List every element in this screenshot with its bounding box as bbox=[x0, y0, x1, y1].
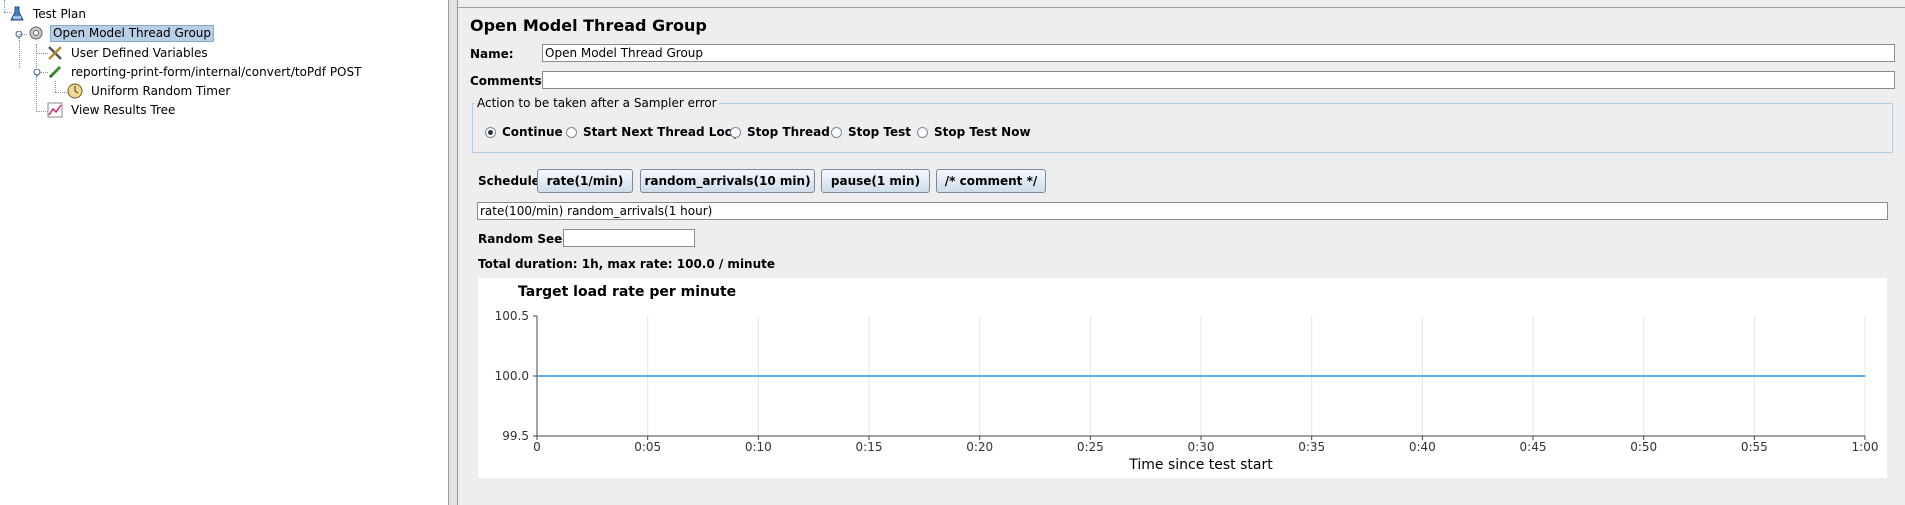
radio-icon bbox=[566, 127, 577, 138]
expand-toggle-icon[interactable] bbox=[33, 69, 41, 77]
name-field[interactable]: Open Model Thread Group bbox=[542, 44, 1895, 62]
sampler-error-group-title: Action to be taken after a Sampler error bbox=[475, 96, 719, 110]
tree-label: reporting-print-form/internal/convert/to… bbox=[71, 65, 362, 79]
summary-text: Total duration: 1h, max rate: 100.0 / mi… bbox=[478, 257, 776, 271]
comments-label: Comments: bbox=[470, 74, 547, 88]
random-seed-field[interactable] bbox=[563, 229, 695, 247]
tree-connector bbox=[55, 92, 67, 93]
radio-icon bbox=[831, 127, 842, 138]
radio-selected-icon bbox=[485, 127, 496, 138]
load-rate-chart bbox=[478, 278, 1887, 478]
thread-group-panel: Open Model Thread Group Name: Open Model… bbox=[460, 0, 1905, 505]
clock-icon bbox=[67, 83, 85, 100]
tree-connector bbox=[55, 81, 56, 92]
chart-title: Target load rate per minute bbox=[518, 284, 737, 300]
wrench-icon bbox=[47, 45, 65, 62]
radio-label: Stop Test bbox=[848, 125, 911, 139]
pen-icon bbox=[47, 64, 65, 81]
split-pane-divider[interactable] bbox=[448, 0, 458, 505]
flask-icon bbox=[9, 6, 27, 23]
tree-label: View Results Tree bbox=[71, 103, 176, 117]
tree-connector bbox=[19, 34, 27, 35]
radio-stop-test[interactable]: Stop Test bbox=[831, 125, 911, 139]
radio-label: Stop Thread bbox=[747, 125, 830, 139]
random-seed-label: Random Seed bbox=[478, 232, 571, 246]
radio-stop-test-now[interactable]: Stop Test Now bbox=[917, 125, 1031, 139]
radio-label: Start Next Thread Loop bbox=[583, 125, 742, 139]
gear-icon bbox=[28, 25, 46, 42]
tree-label: Open Model Thread Group bbox=[50, 25, 215, 42]
schedule-label: Schedule bbox=[478, 174, 540, 188]
rate-button[interactable]: rate(1/min) bbox=[537, 169, 633, 193]
radio-icon bbox=[917, 127, 928, 138]
radio-continue[interactable]: Continue bbox=[485, 125, 563, 139]
tree-label: Uniform Random Timer bbox=[91, 84, 231, 98]
tree-connector bbox=[36, 44, 37, 112]
tree-label: User Defined Variables bbox=[71, 46, 208, 60]
page-title: Open Model Thread Group bbox=[470, 16, 707, 35]
schedule-field[interactable]: rate(100/min) random_arrivals(1 hour) bbox=[477, 202, 1888, 220]
name-label: Name: bbox=[470, 47, 514, 61]
tree-connector bbox=[19, 40, 20, 68]
radio-start-next-thread-loop[interactable]: Start Next Thread Loop bbox=[566, 125, 742, 139]
pause-button[interactable]: pause(1 min) bbox=[821, 169, 930, 193]
expand-toggle-icon[interactable] bbox=[15, 31, 23, 39]
radio-label: Continue bbox=[502, 125, 563, 139]
tree-label: Test Plan bbox=[33, 7, 86, 21]
test-plan-tree[interactable]: Test Plan Open Model Thread Group User D… bbox=[0, 0, 448, 505]
comment-button[interactable]: /* comment */ bbox=[936, 169, 1046, 193]
radio-stop-thread[interactable]: Stop Thread bbox=[730, 125, 830, 139]
comments-field[interactable] bbox=[542, 71, 1895, 89]
radio-icon bbox=[730, 127, 741, 138]
chart-icon bbox=[47, 102, 65, 119]
tree-connector bbox=[4, 0, 5, 12]
random-arrivals-button[interactable]: random_arrivals(10 min) bbox=[640, 169, 815, 193]
radio-label: Stop Test Now bbox=[934, 125, 1031, 139]
